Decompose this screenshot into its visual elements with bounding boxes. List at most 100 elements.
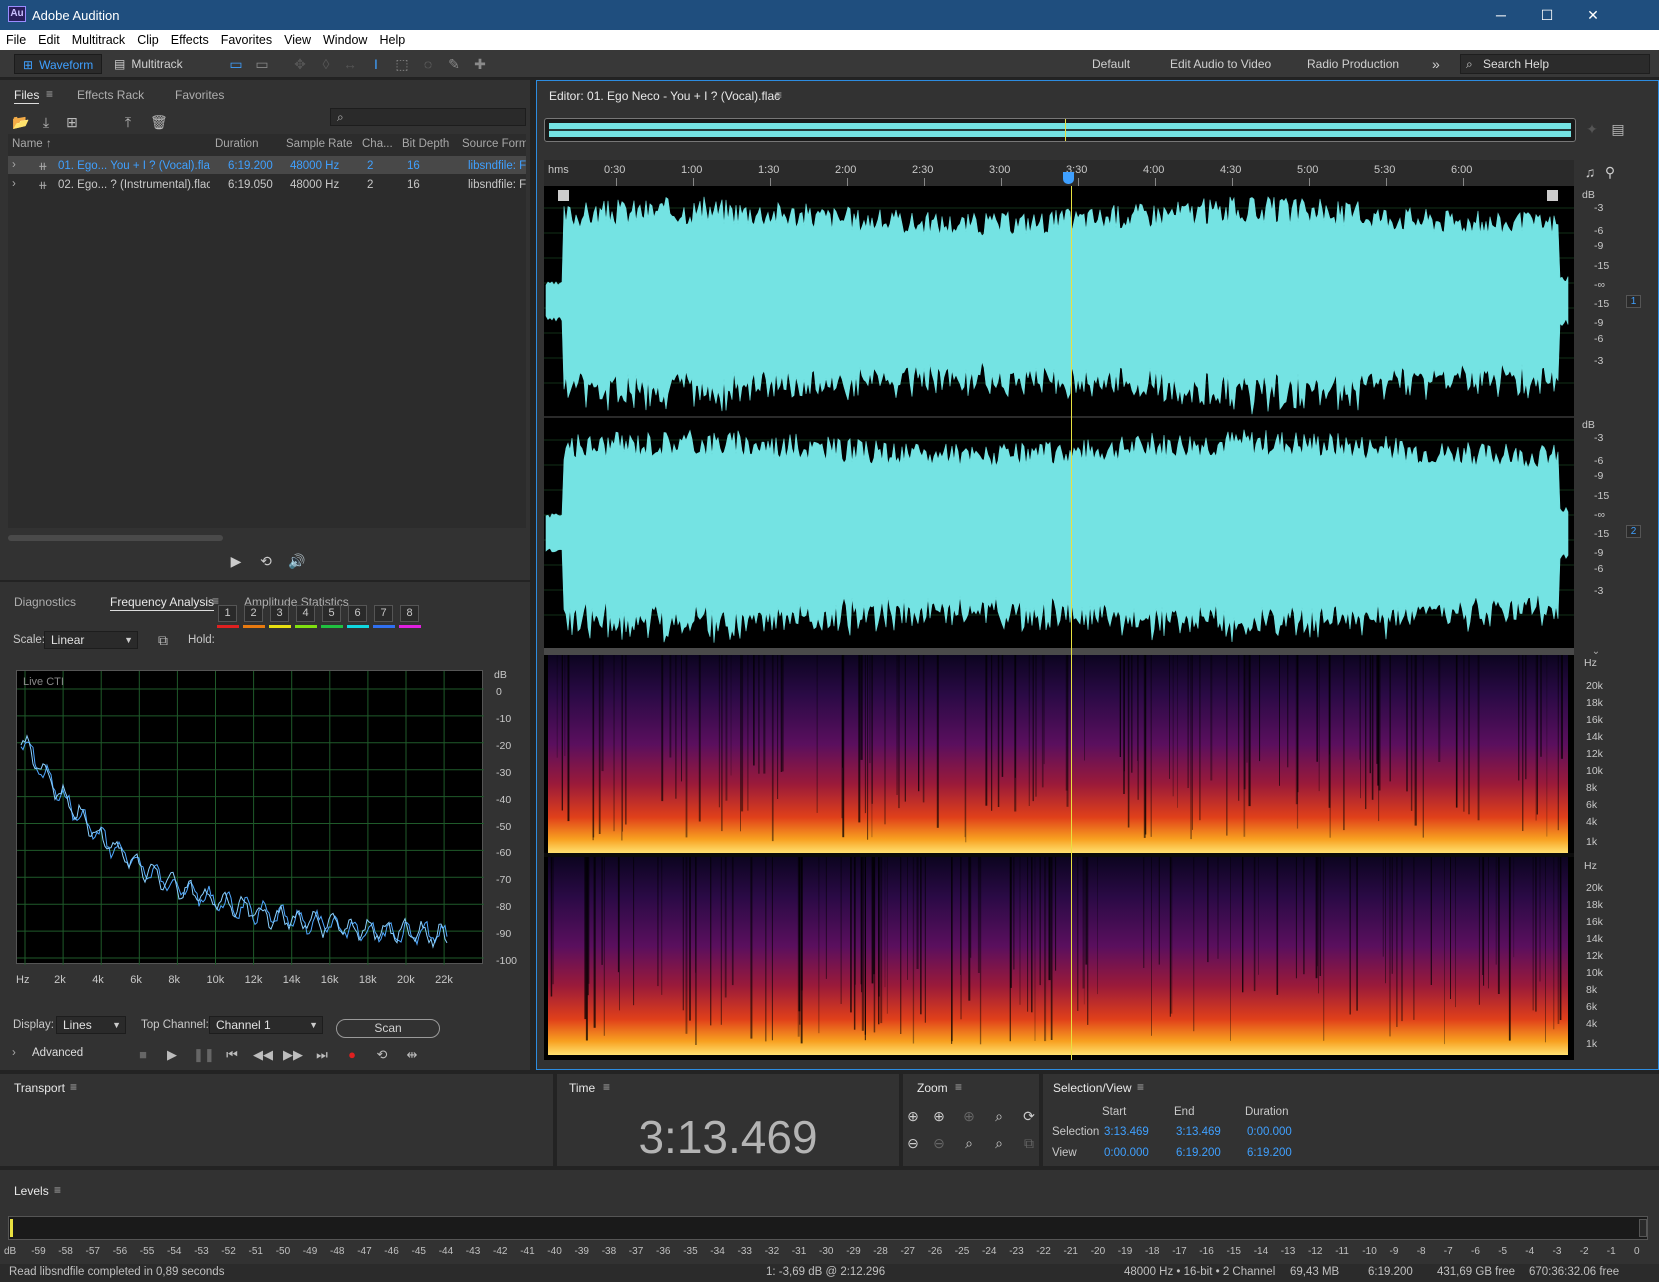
play-preview-icon[interactable]: ▶ xyxy=(228,553,244,569)
zoom-to-selection-icon[interactable]: ⊕ xyxy=(961,1108,977,1124)
expand-icon[interactable]: › xyxy=(12,159,16,171)
menu-file[interactable]: File xyxy=(0,30,32,50)
zoom-navigator-icon[interactable]: ✦ xyxy=(1584,121,1600,137)
time-panel-menu-icon[interactable]: ≡ xyxy=(603,1080,610,1094)
channel-1-toggle[interactable]: 1 xyxy=(1626,295,1641,308)
loop-preview-icon[interactable]: ⟲ xyxy=(258,553,274,569)
scan-button[interactable]: Scan xyxy=(336,1019,440,1038)
delete-icon[interactable]: 🗑 xyxy=(150,114,168,130)
column-bit-depth[interactable]: Bit Depth xyxy=(402,138,449,150)
menu-view[interactable]: View xyxy=(278,30,317,50)
column-channels[interactable]: Cha... xyxy=(362,138,393,150)
hold-button-4[interactable]: 4 xyxy=(296,605,315,622)
fade-out-handle-icon[interactable] xyxy=(1547,190,1558,201)
column-sample-rate[interactable]: Sample Rate xyxy=(286,138,352,150)
pause-icon[interactable]: ❚❚ xyxy=(193,1046,215,1064)
selection-end-value[interactable]: 3:13.469 xyxy=(1176,1126,1221,1138)
overview-waveform[interactable] xyxy=(544,118,1576,142)
fade-in-handle-icon[interactable] xyxy=(558,190,569,201)
view-duration-value[interactable]: 6:19.200 xyxy=(1247,1147,1292,1159)
spot-healing-tool-icon[interactable]: ✚ xyxy=(472,56,488,72)
menu-multitrack[interactable]: Multitrack xyxy=(66,30,131,50)
move-tool-icon[interactable]: ✥ xyxy=(292,56,308,72)
marquee-tool-icon[interactable]: ⬚ xyxy=(394,56,410,72)
display-dropdown[interactable]: Lines ▼ xyxy=(56,1016,126,1034)
search-help-input[interactable]: ⌕ Search Help xyxy=(1460,54,1650,74)
workspace-edit-audio-to-video[interactable]: Edit Audio to Video xyxy=(1170,54,1271,74)
zoom-reset-icon[interactable]: ⟳ xyxy=(1021,1108,1037,1124)
open-file-icon[interactable]: 📂 xyxy=(12,114,29,130)
selection-duration-value[interactable]: 0:00.000 xyxy=(1247,1126,1292,1138)
hold-button-5[interactable]: 5 xyxy=(322,605,341,622)
tab-files[interactable]: Files xyxy=(14,88,40,104)
zoom-out-full-icon[interactable]: ⌕ xyxy=(991,1135,1007,1151)
hold-button-3[interactable]: 3 xyxy=(270,605,289,622)
zoom-out-time-icon[interactable]: ⊖ xyxy=(931,1135,947,1151)
fast-forward-icon[interactable]: ▶▶ xyxy=(283,1046,303,1064)
hold-button-7[interactable]: 7 xyxy=(374,605,393,622)
expand-advanced-icon[interactable]: › xyxy=(12,1047,16,1059)
insert-into-multitrack-icon[interactable]: ⤒ xyxy=(120,114,136,130)
skip-selection-icon[interactable]: ⇹ xyxy=(403,1046,421,1064)
hold-button-8[interactable]: 8 xyxy=(400,605,419,622)
new-file-icon[interactable]: ⊞ xyxy=(64,114,80,130)
panel-options-icon[interactable]: ▤ xyxy=(1610,121,1626,137)
pin-icon[interactable]: ⚲ xyxy=(1602,164,1618,180)
multitrack-view-button[interactable]: ▤ Multitrack xyxy=(108,54,200,74)
headphones-icon[interactable]: ♫ xyxy=(1582,164,1598,180)
tab-frequency-analysis[interactable]: Frequency Analysis xyxy=(110,595,215,611)
record-icon[interactable]: ● xyxy=(343,1046,361,1064)
files-search-input[interactable]: ⌕ xyxy=(330,108,526,126)
razor-tool-icon[interactable]: ◊ xyxy=(318,56,334,72)
go-to-end-icon[interactable]: ⏭ xyxy=(313,1046,331,1064)
menu-favorites[interactable]: Favorites xyxy=(215,30,278,50)
files-panel-menu-icon[interactable]: ≡ xyxy=(46,87,53,101)
waveform-display[interactable] xyxy=(544,186,1574,648)
transport-menu-icon[interactable]: ≡ xyxy=(70,1080,77,1094)
slip-tool-icon[interactable]: ↔ xyxy=(342,56,358,72)
expand-icon[interactable]: › xyxy=(12,178,16,190)
rewind-icon[interactable]: ◀◀ xyxy=(253,1046,273,1064)
workspace-radio-production[interactable]: Radio Production xyxy=(1307,54,1399,74)
hold-button-2[interactable]: 2 xyxy=(244,605,263,622)
minimize-button[interactable]: ─ xyxy=(1478,0,1524,30)
tab-favorites[interactable]: Favorites xyxy=(175,88,224,102)
column-source-format[interactable]: Source Forma xyxy=(462,138,526,150)
menu-help[interactable]: Help xyxy=(373,30,411,50)
spectral-divider[interactable] xyxy=(544,648,1574,655)
channel-2-toggle[interactable]: 2 xyxy=(1626,525,1641,538)
view-end-value[interactable]: 6:19.200 xyxy=(1176,1147,1221,1159)
play-icon[interactable]: ▶ xyxy=(163,1046,181,1064)
tab-effects-rack[interactable]: Effects Rack xyxy=(77,88,144,102)
spectral-display-icon[interactable]: ▭ xyxy=(254,56,270,72)
selection-view-menu-icon[interactable]: ≡ xyxy=(1137,1080,1144,1094)
close-button[interactable]: ✕ xyxy=(1570,0,1616,30)
hold-button-1[interactable]: 1 xyxy=(218,605,237,622)
advanced-label[interactable]: Advanced xyxy=(32,1047,83,1059)
menu-effects[interactable]: Effects xyxy=(165,30,215,50)
more-workspaces-button[interactable]: » xyxy=(1432,54,1440,74)
brush-tool-icon[interactable]: ✎ xyxy=(446,56,462,72)
menu-edit[interactable]: Edit xyxy=(32,30,66,50)
stop-icon[interactable]: ■ xyxy=(134,1046,152,1064)
waveform-view-button[interactable]: ⊞ Waveform xyxy=(14,54,102,74)
scale-dropdown[interactable]: Linear ▼ xyxy=(44,631,138,649)
import-file-icon[interactable]: ⤓ xyxy=(38,114,54,130)
lasso-tool-icon[interactable]: ◌ xyxy=(420,56,436,72)
waveform-display-icon[interactable]: ▭ xyxy=(228,56,244,72)
spectral-display[interactable] xyxy=(544,655,1574,1060)
time-selection-tool-icon[interactable]: I xyxy=(368,56,384,72)
clip-indicator[interactable] xyxy=(1639,1219,1647,1237)
column-duration[interactable]: Duration xyxy=(215,138,258,150)
loop-playback-icon[interactable]: ⟲ xyxy=(373,1046,391,1064)
zoom-tracks-icon[interactable]: ⧉ xyxy=(1021,1135,1037,1151)
menu-window[interactable]: Window xyxy=(317,30,373,50)
go-to-start-icon[interactable]: ⏮ xyxy=(223,1046,241,1064)
zoom-in-amplitude-icon[interactable]: ⊕ xyxy=(905,1108,921,1124)
top-channel-dropdown[interactable]: Channel 1 ▼ xyxy=(209,1016,323,1034)
horizontal-scrollbar[interactable] xyxy=(8,535,223,541)
zoom-in-point-icon[interactable]: ⌕ xyxy=(991,1108,1007,1124)
zoom-in-time-icon[interactable]: ⊕ xyxy=(931,1108,947,1124)
editor-menu-icon[interactable]: ≡ xyxy=(775,88,782,102)
autoplay-icon[interactable]: 🔊 xyxy=(288,553,305,569)
